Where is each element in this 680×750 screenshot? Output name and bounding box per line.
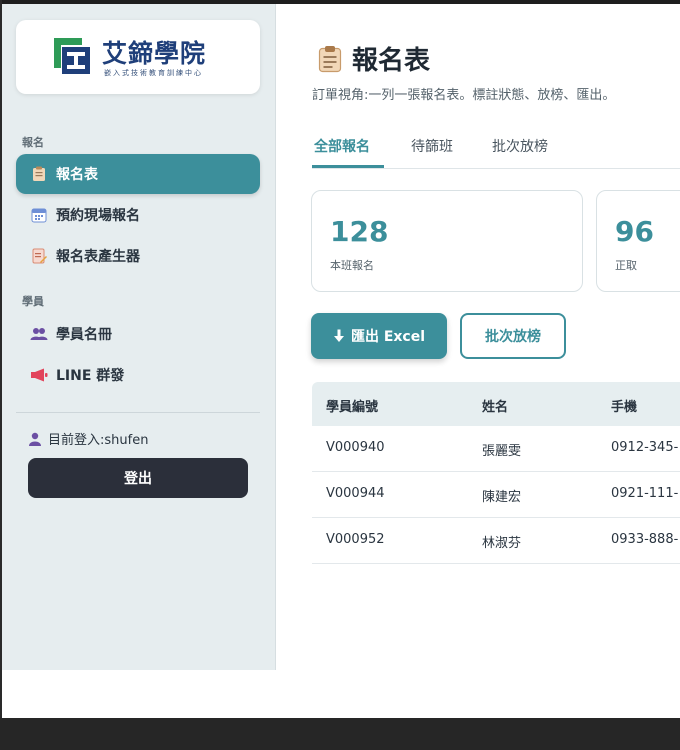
clipboard-icon	[30, 165, 48, 183]
brand-logo[interactable]: 艾鍗學院 嵌入式技術教育訓練中心	[16, 20, 260, 94]
section-label-students: 學員	[22, 295, 44, 308]
column-header-name: 姓名	[482, 400, 509, 415]
main-content: 報名表 訂單視角:一列一張報名表。標註狀態、放榜、匯出。 全部報名 待篩班 批次…	[276, 4, 680, 718]
tab-all-registrations[interactable]: 全部報名	[314, 136, 370, 156]
sidebar-item-label: LINE 群發	[56, 368, 125, 384]
page-title: 報名表	[318, 40, 430, 77]
table-header: 學員編號 姓名 手機	[312, 382, 680, 426]
tab-pending-screening[interactable]: 待篩班	[411, 136, 453, 156]
logo-mark-icon	[54, 38, 90, 74]
tab-batch-release[interactable]: 批次放榜	[492, 136, 548, 156]
sidebar-item-form-generator[interactable]: 報名表產生器	[16, 236, 260, 276]
brand-name: 艾鍗學院	[102, 39, 207, 68]
sidebar-item-label: 預約現場報名	[56, 208, 140, 224]
form-generator-icon	[30, 247, 48, 265]
clipboard-icon	[318, 45, 342, 72]
window-bottom-area	[2, 670, 680, 718]
cell-phone: 0912-345-	[611, 440, 679, 455]
page-title-text: 報名表	[352, 46, 431, 76]
stat-value: 128	[330, 215, 389, 248]
sidebar-divider	[16, 412, 260, 413]
export-label: 匯出 Excel	[350, 329, 426, 345]
users-icon	[30, 325, 48, 343]
stat-card-registrations: 128 本班報名	[311, 190, 583, 292]
registrations-table: 學員編號 姓名 手機 V000940 張麗雯 0912-345- V000944…	[312, 382, 680, 564]
stat-card-admitted: 96 正取	[596, 190, 680, 292]
sidebar-item-registration-form[interactable]: 報名表	[16, 154, 260, 194]
page-subtitle: 訂單視角:一列一張報名表。標註狀態、放榜、匯出。	[312, 88, 616, 103]
sidebar-item-label: 學員名冊	[56, 327, 112, 343]
logout-button[interactable]: 登出	[28, 458, 248, 498]
stat-label: 正取	[615, 259, 637, 272]
cell-name: 林淑芬	[482, 536, 522, 551]
calendar-icon	[30, 206, 48, 224]
cell-student-id: V000940	[326, 440, 385, 455]
export-excel-button[interactable]: 匯出 Excel	[311, 313, 447, 359]
user-icon	[29, 432, 41, 446]
cell-student-id: V000944	[326, 486, 385, 501]
batch-release-button[interactable]: 批次放榜	[460, 313, 566, 359]
sidebar: 艾鍗學院 嵌入式技術教育訓練中心 報名 報名表 預約現場報名 報名表產生器 學員	[2, 4, 276, 670]
table-row[interactable]: V000944 陳建宏 0921-111-	[312, 472, 680, 518]
current-user: 目前登入:shufen	[28, 429, 148, 448]
active-tab-indicator	[312, 165, 384, 168]
sidebar-item-student-roster[interactable]: 學員名冊	[16, 314, 260, 354]
stat-value: 96	[615, 215, 654, 248]
table-row[interactable]: V000952 林淑芬 0933-888-	[312, 518, 680, 564]
sidebar-item-label: 報名表產生器	[56, 249, 140, 265]
cell-student-id: V000952	[326, 532, 385, 547]
screen-bottom-bar	[0, 718, 680, 750]
cell-phone: 0933-888-	[611, 532, 679, 547]
cell-phone: 0921-111-	[611, 486, 679, 501]
column-header-student-id: 學員編號	[326, 400, 379, 415]
tab-bar: 全部報名 待篩班 批次放榜	[312, 128, 680, 169]
column-header-phone: 手機	[611, 400, 638, 415]
sidebar-item-reservation[interactable]: 預約現場報名	[16, 195, 260, 235]
cell-name: 陳建宏	[482, 490, 522, 505]
megaphone-icon	[30, 366, 48, 384]
section-label-registration: 報名	[22, 136, 44, 149]
stat-label: 本班報名	[330, 259, 374, 272]
cell-name: 張麗雯	[482, 444, 522, 459]
sidebar-item-line-broadcast[interactable]: LINE 群發	[16, 355, 260, 395]
download-arrow-icon	[333, 329, 344, 342]
app-window: 艾鍗學院 嵌入式技術教育訓練中心 報名 報名表 預約現場報名 報名表產生器 學員	[0, 0, 680, 718]
sidebar-item-label: 報名表	[56, 167, 98, 183]
table-row[interactable]: V000940 張麗雯 0912-345-	[312, 426, 680, 472]
login-status-text: 目前登入:shufen	[48, 433, 149, 448]
brand-tagline: 嵌入式技術教育訓練中心	[104, 69, 203, 77]
